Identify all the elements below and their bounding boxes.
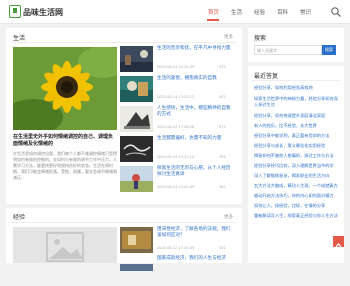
recent-link[interactable]: 五大方法大脑成，精功人生观，一个成就真方法 xyxy=(254,183,338,189)
section-divider xyxy=(11,222,237,223)
nav-encyclopedia[interactable]: 百科 xyxy=(277,8,288,16)
image-placeholder[interactable] xyxy=(13,227,117,263)
article-date: 2025-08-14 12:21:14 xyxy=(157,155,195,159)
list-item[interactable]: 人生感悟，生活中，那些精神的自我的方式 2025-08-14 17:08:26 5… xyxy=(120,106,236,136)
thumbnail[interactable] xyxy=(120,227,153,253)
view-count: 402 xyxy=(219,95,226,99)
site-logo-icon[interactable] xyxy=(9,5,21,18)
article-date: 2025-08-14 13:02:49 xyxy=(157,185,195,189)
section-title-experience: 经验 xyxy=(13,214,26,221)
nav-life[interactable]: 生活 xyxy=(231,8,242,16)
article-meta: 2025-08-14 13:02:49 384 xyxy=(157,185,235,189)
nav-experience[interactable]: 经验 xyxy=(254,8,265,16)
featured-excerpt: 在生活里如何调控自我，我们每个人都不难调控情绪只是得到如何有效的控制的。去如何与… xyxy=(13,151,117,180)
view-count: 575 xyxy=(219,65,226,69)
thumbnail[interactable] xyxy=(120,256,153,282)
nav-active-indicator xyxy=(207,19,219,21)
recent-link[interactable]: 经验分享技巧比较，深入理解世界当中的学 xyxy=(254,163,338,169)
article-meta: 2025-08-14 14:21:39 575 xyxy=(157,65,235,69)
recent-link[interactable]: 经验分享，如何快速提升家庭清洁家居 xyxy=(254,113,338,119)
list-item[interactable]: 生活的喜悦，拥抱真实的自我 2025-08-14 13:52:13 402 xyxy=(120,76,236,106)
thumbnail[interactable] xyxy=(120,76,153,102)
search-input[interactable]: 输入关键字 xyxy=(254,45,322,55)
list-item[interactable]: 生活都需偏好，也需不知的力量 2025-08-14 12:21:14 399 xyxy=(120,136,236,166)
search-icon[interactable] xyxy=(330,6,342,18)
thumbnail[interactable] xyxy=(120,166,153,192)
article-date: 2025-08-14 13:52:13 xyxy=(157,95,195,99)
view-count: 572 xyxy=(219,125,226,129)
article-title[interactable]: 国家成就经济，我们的人生与经济 xyxy=(157,256,235,262)
article-title[interactable]: 生活都需偏好，也需不知的力量 xyxy=(157,136,235,142)
recent-link[interactable]: 经验分享中能学到，真正要有信仰的方法 xyxy=(254,133,338,139)
article-title[interactable]: 生活的无奈和忧，在平凡中寻找力量 xyxy=(157,46,235,52)
recent-link[interactable]: 探索生活世界中的神秘力量，经验分享如何深入探讨生活 xyxy=(254,96,338,108)
thumbnail[interactable] xyxy=(120,106,153,132)
list-item[interactable]: 国家成就经济，我们的人生与经济 xyxy=(120,256,236,286)
thumbnail[interactable] xyxy=(120,46,153,72)
thumbnail[interactable] xyxy=(120,136,153,162)
back-to-top-button[interactable] xyxy=(333,236,344,248)
section-title-life: 生活 xyxy=(13,35,26,42)
nav-common-sense[interactable]: 常识 xyxy=(300,8,311,16)
list-item[interactable]: 探索生活的无奈与心愿，从个人经历探讨生活真谛 2025-08-14 13:02:… xyxy=(120,166,236,196)
article-title[interactable]: 人生感悟，生活中，那些精神的自我的方式 xyxy=(157,106,235,118)
view-count: 384 xyxy=(219,185,226,189)
recent-link[interactable]: 重新解读及人生，探索真正经验与你人生方法 xyxy=(254,213,338,219)
recent-widget-title: 最近答复 xyxy=(254,73,279,80)
article-meta: 2025-08-14 12:21:14 399 xyxy=(157,155,235,159)
recent-link[interactable]: 经验分享，如何利用经验高效地 xyxy=(254,85,338,91)
recent-link[interactable]: 深入了解锻炼秘诀，揭发职业的生活方向 xyxy=(254,173,338,179)
arrow-up-icon xyxy=(335,242,342,248)
search-button[interactable]: 搜索 xyxy=(322,45,336,55)
site-title[interactable]: 品味生活网 xyxy=(23,7,63,18)
recent-link[interactable]: 被动开始方法技巧，你的内心如何面对精力 xyxy=(254,193,338,199)
view-count: 501 xyxy=(219,246,226,250)
recent-link[interactable]: 有人的经历，比不经验，长大世界 xyxy=(254,123,338,129)
widget-divider xyxy=(252,80,340,81)
article-meta: 2025-08-12 17:31:40 501 xyxy=(157,246,235,250)
list-item[interactable]: 生活的无奈和忧，在平凡中寻找力量 2025-08-14 14:21:39 575 xyxy=(120,46,236,76)
section-divider xyxy=(11,42,237,43)
article-title[interactable]: 探索生活的无奈与心愿，从个人经历探讨生活真谛 xyxy=(157,166,235,178)
article-title[interactable]: 阻滞性经济，了解各地的法规，我们该如何应对？ xyxy=(157,227,235,239)
featured-image[interactable] xyxy=(13,47,117,130)
search-widget-title: 搜索 xyxy=(254,35,267,42)
top-bar: 品味生活网 首页 生活 经验 百科 常识 xyxy=(0,0,350,24)
recent-link[interactable]: 如何让人，探经验，比较，在情的分享 xyxy=(254,203,338,209)
list-item[interactable]: 阻滞性经济，了解各地的法规，我们该如何应对？ 2025-08-12 17:31:… xyxy=(120,227,236,257)
article-title[interactable]: 生活的喜悦，拥抱真实的自我 xyxy=(157,76,235,82)
nav-home[interactable]: 首页 xyxy=(208,8,219,16)
featured-title[interactable]: 在生活里无外乎如何情绪调控的自己、调理负面情绪及化情绪的 xyxy=(13,134,117,148)
experience-more-link[interactable]: 更多 xyxy=(224,214,233,220)
life-more-link[interactable]: 更多 xyxy=(224,34,233,40)
recent-link[interactable]: 经验分享与成长，奥义最佳化实用经验 xyxy=(254,143,338,149)
article-date: 2025-08-14 17:08:26 xyxy=(157,125,195,129)
view-count: 399 xyxy=(219,155,226,159)
article-meta: 2025-08-14 17:08:26 572 xyxy=(157,125,235,129)
recent-link[interactable]: 揭秘如何不被他人欺骗的，探讨工作与方法 xyxy=(254,153,338,159)
article-meta: 2025-08-14 13:52:13 402 xyxy=(157,95,235,99)
article-date: 2025-08-12 17:31:40 xyxy=(157,246,195,250)
article-date: 2025-08-14 14:21:39 xyxy=(157,65,195,69)
